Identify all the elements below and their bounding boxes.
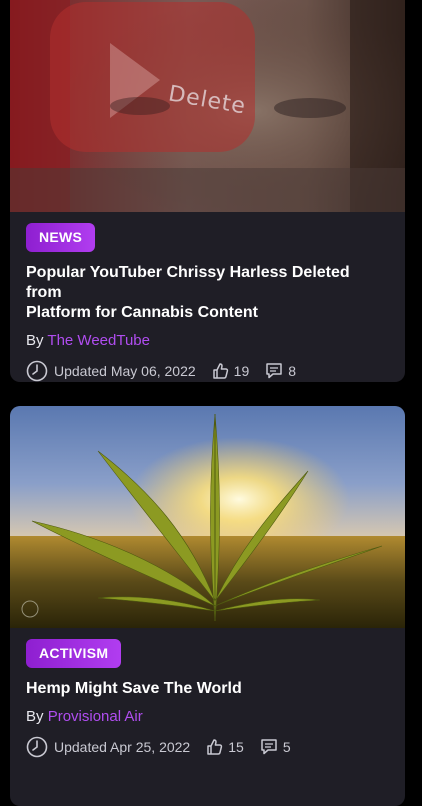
comment-count: 5 bbox=[282, 739, 291, 755]
article-title-line: Platform for Cannabis Content bbox=[26, 304, 259, 321]
article-card[interactable]: ACTIVISM Hemp Might Save The World By Pr… bbox=[10, 406, 405, 806]
category-badge[interactable]: ACTIVISM bbox=[26, 639, 122, 668]
comment-icon[interactable] bbox=[265, 362, 283, 380]
by-label: By bbox=[26, 708, 44, 725]
category-badge[interactable]: NEWS bbox=[26, 223, 96, 252]
byline: By The WeedTube bbox=[26, 332, 389, 349]
updated-date: Updated May 06, 2022 bbox=[54, 363, 196, 379]
clock-icon bbox=[26, 360, 48, 382]
article-image[interactable]: Delete bbox=[10, 0, 405, 212]
clock-icon bbox=[26, 736, 48, 758]
like-count: 15 bbox=[228, 739, 244, 755]
thumbs-up-icon[interactable] bbox=[206, 738, 224, 756]
comment-icon[interactable] bbox=[260, 738, 278, 756]
article-feed: Delete NEWS Popular YouTuber Chrissy Har… bbox=[0, 0, 422, 806]
article-meta: Updated May 06, 2022 19 8 bbox=[26, 360, 389, 382]
like-count: 19 bbox=[233, 363, 250, 379]
article-meta: Updated Apr 25, 2022 15 5 bbox=[26, 736, 389, 758]
updated-date: Updated Apr 25, 2022 bbox=[54, 739, 191, 755]
article-title[interactable]: Hemp Might Save The World bbox=[26, 679, 389, 699]
by-label: By bbox=[26, 332, 44, 349]
author-link[interactable]: The WeedTube bbox=[47, 332, 150, 349]
article-title[interactable]: Popular YouTuber Chrissy Harless Deleted… bbox=[26, 263, 389, 323]
byline: By Provisional Air bbox=[26, 708, 389, 725]
thumbs-up-icon[interactable] bbox=[212, 362, 230, 380]
author-link[interactable]: Provisional Air bbox=[48, 708, 143, 725]
article-image[interactable] bbox=[10, 406, 405, 628]
article-card[interactable]: Delete NEWS Popular YouTuber Chrissy Har… bbox=[10, 0, 405, 382]
article-title-line: Popular YouTuber Chrissy Harless Deleted… bbox=[26, 264, 350, 301]
comment-count: 8 bbox=[288, 363, 297, 379]
